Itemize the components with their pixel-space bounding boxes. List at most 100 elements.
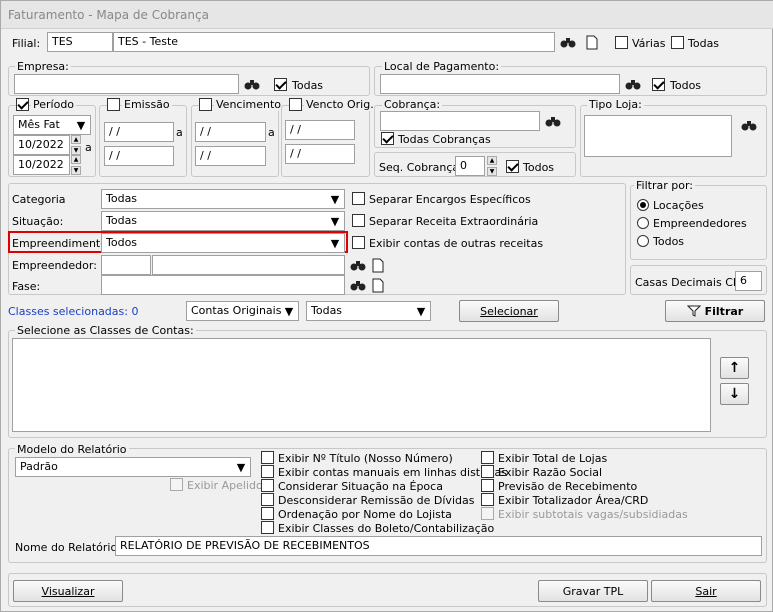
empreendedores-radio[interactable] (637, 217, 649, 229)
option-checkbox[interactable] (261, 451, 274, 464)
todas-cobrancas-checkbox[interactable] (381, 132, 394, 145)
gravar-tpl-button[interactable]: Gravar TPL (538, 580, 648, 602)
option-checkbox[interactable] (481, 451, 494, 464)
seq-cobranca-input[interactable]: 0 (455, 156, 485, 176)
emissao-de-input[interactable]: / / (104, 122, 174, 142)
periodo-ate-spinner[interactable]: ▲ ▼ (71, 155, 81, 175)
varias-checkbox[interactable] (615, 36, 628, 49)
periodo-tipo-value: Mês Fat (18, 118, 60, 131)
binoculars-icon[interactable] (623, 74, 643, 94)
vencimento-checkbox[interactable] (199, 98, 212, 111)
separar-encargos-checkbox[interactable] (352, 192, 365, 205)
document-icon[interactable] (368, 255, 388, 275)
binoculars-icon[interactable] (558, 32, 578, 52)
local-input[interactable] (380, 74, 620, 94)
arrow-down-icon[interactable]: ↓ (720, 383, 749, 405)
modelo-select[interactable]: Padrão ▼ (15, 457, 251, 477)
option-checkbox[interactable] (481, 507, 494, 520)
tipo-loja-list[interactable] (584, 115, 732, 157)
binoculars-icon[interactable] (348, 255, 368, 275)
emissao-checkbox[interactable] (107, 98, 120, 111)
empreendimento-value: Todos (106, 236, 138, 249)
document-icon[interactable] (368, 275, 388, 295)
periodo-checkbox[interactable] (16, 98, 29, 111)
sair-button[interactable]: Sair (651, 580, 761, 602)
option-checkbox[interactable] (261, 479, 274, 492)
vencto-orig-checkbox[interactable] (289, 98, 302, 111)
vencimento-ate-input[interactable]: / / (195, 146, 266, 166)
categoria-label: Categoria (12, 193, 66, 206)
periodo-ate-input[interactable]: 10/2022 (13, 155, 70, 175)
periodo-a-label: a (85, 141, 92, 154)
exibir-apelido-checkbox[interactable] (170, 478, 183, 491)
classes-selecionadas: Classes selecionadas: 0 (8, 305, 139, 318)
todas-filial-label: Todas (688, 37, 720, 50)
option-label: Previsão de Recebimento (498, 480, 638, 493)
binoculars-icon[interactable] (739, 115, 759, 135)
empresa-legend: Empresa: (15, 60, 71, 73)
binoculars-icon[interactable] (348, 275, 368, 295)
vencimento-de-input[interactable]: / / (195, 122, 266, 142)
todas-filial-checkbox[interactable] (671, 36, 684, 49)
seq-cobranca-spinner[interactable]: ▲ ▼ (487, 156, 497, 176)
document-icon[interactable] (582, 32, 602, 52)
empresa-todas-label: Todas (292, 79, 324, 92)
gravar-label: Gravar TPL (562, 584, 624, 598)
option-checkbox[interactable] (481, 465, 494, 478)
filial-name-input[interactable]: TES - Teste (113, 32, 555, 52)
nome-relatorio-input[interactable]: RELATÓRIO DE PREVISÃO DE RECEBIMENTOS (115, 536, 762, 556)
filtrar-por-legend: Filtrar por: (634, 179, 695, 192)
option-checkbox[interactable] (261, 507, 274, 520)
empreendedor-name-input[interactable] (152, 255, 345, 275)
option-label: Exibir Classes do Boleto/Contabilização (278, 522, 495, 535)
empreendimento-select[interactable]: Todos ▼ (101, 233, 345, 253)
separar-receita-checkbox[interactable] (352, 214, 365, 227)
fase-label: Fase: (12, 280, 41, 293)
todos-radio[interactable] (637, 235, 649, 247)
categoria-select[interactable]: Todas ▼ (101, 189, 345, 209)
periodo-tipo-select[interactable]: Mês Fat ▼ (13, 115, 91, 135)
seq-cobranca-label: Seq. Cobrança: (379, 161, 463, 174)
exibir-contas-label: Exibir contas de outras receitas (369, 237, 544, 250)
casas-decimais-input[interactable]: 6 (735, 271, 762, 291)
empresa-todas-checkbox[interactable] (274, 78, 287, 91)
vencimento-a-label: a (268, 126, 275, 139)
selecionar-label: Selecionar (480, 304, 538, 318)
fase-input[interactable] (101, 275, 345, 295)
classes-legend: Selecione as Classes de Contas: (15, 324, 196, 337)
selecionar-button[interactable]: Selecionar (459, 300, 559, 322)
binoculars-icon[interactable] (543, 111, 563, 131)
option-checkbox[interactable] (261, 493, 274, 506)
window-title: Faturamento - Mapa de Cobrança (8, 8, 209, 22)
local-todos-checkbox[interactable] (652, 78, 665, 91)
exibir-contas-checkbox[interactable] (352, 236, 365, 249)
arrow-up-icon[interactable]: ↑ (720, 357, 749, 379)
filial-code-input[interactable]: TES (47, 32, 113, 52)
periodo-de-spinner[interactable]: ▲ ▼ (71, 135, 81, 155)
emissao-a-label: a (176, 126, 183, 139)
locacoes-radio[interactable] (637, 199, 649, 211)
emissao-ate-input[interactable]: / / (104, 146, 174, 166)
seq-todos-checkbox[interactable] (506, 160, 519, 173)
classes-list[interactable] (12, 338, 711, 432)
cobranca-input[interactable] (380, 111, 540, 131)
option-checkbox[interactable] (481, 479, 494, 492)
vencto-orig-ate-input[interactable]: / / (285, 144, 355, 164)
classes-todas-select[interactable]: Todas ▼ (306, 301, 431, 321)
visualizar-button[interactable]: Visualizar (13, 580, 123, 602)
option-checkbox[interactable] (481, 493, 494, 506)
empreendimento-label: Empreendimento: (12, 237, 111, 250)
vencto-orig-de-input[interactable]: / / (285, 120, 355, 140)
empresa-input[interactable] (14, 74, 239, 94)
binoculars-icon[interactable] (242, 74, 262, 94)
empreendedor-code-input[interactable] (101, 255, 151, 275)
periodo-de-input[interactable]: 10/2022 (13, 135, 70, 155)
filtrar-button[interactable]: Filtrar (665, 300, 765, 322)
filtrar-label: Filtrar (704, 304, 744, 318)
option-checkbox[interactable] (261, 521, 274, 534)
situacao-select[interactable]: Todas ▼ (101, 211, 345, 231)
modelo-value: Padrão (20, 460, 58, 473)
separar-receita-label: Separar Receita Extraordinária (369, 215, 539, 228)
contas-originais-select[interactable]: Contas Originais ▼ (186, 301, 299, 321)
option-checkbox[interactable] (261, 465, 274, 478)
